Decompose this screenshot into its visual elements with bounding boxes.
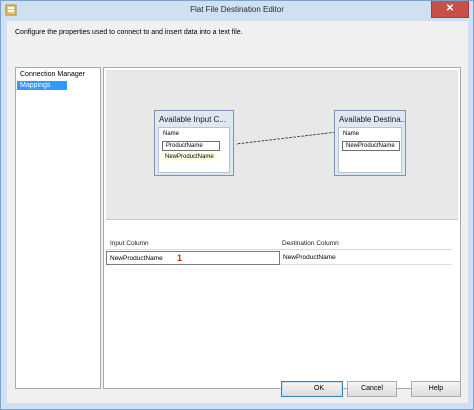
input-columns-table[interactable]: Available Input C... Name ProductName Ne… (154, 110, 234, 176)
title-bar: Flat File Destination Editor ✕ (1, 1, 473, 21)
client-area: Configure the properties used to connect… (7, 21, 468, 403)
input-column-newproductname[interactable]: NewProductName (162, 153, 217, 161)
page-item-connection-manager[interactable]: Connection Manager (17, 70, 99, 79)
input-table-title: Available Input C... (159, 115, 227, 124)
ok-button-label: OK (313, 385, 325, 392)
mappings-panel: Available Input C... Name ProductName Ne… (103, 67, 461, 389)
input-columns-list: Name ProductName NewProductName (158, 127, 230, 173)
destination-column-header: Destination Column (282, 240, 339, 247)
table-row: NewProductName 1 NewProductName (106, 251, 452, 265)
input-column-header: Input Column (110, 240, 149, 247)
input-name-header: Name (163, 131, 180, 137)
ok-button[interactable]: OK (281, 381, 343, 397)
dest-column-newproductname[interactable]: NewProductName (342, 141, 400, 151)
dest-name-header: Name (343, 131, 360, 137)
close-button[interactable]: ✕ (431, 1, 469, 18)
annotation-marker-1: 1 (177, 253, 183, 263)
window-title: Flat File Destination Editor (190, 5, 284, 14)
grid-header: Input Column Destination Column (106, 238, 452, 250)
destination-column-cell[interactable]: NewProductName (280, 251, 452, 265)
mapping-diagram: Available Input C... Name ProductName Ne… (106, 70, 458, 220)
dest-table-title: Available Destina... (339, 115, 405, 124)
destination-columns-table[interactable]: Available Destina... Name NewProductName (334, 110, 406, 176)
dialog-window: Flat File Destination Editor ✕ Configure… (0, 0, 474, 410)
input-column-cell[interactable]: NewProductName 1 (106, 251, 280, 265)
cancel-button[interactable]: Cancel (347, 381, 397, 397)
input-column-productname[interactable]: ProductName (162, 141, 220, 151)
page-list: Connection Manager Mappings (15, 67, 101, 389)
input-column-value: NewProductName (110, 255, 163, 262)
destination-columns-list: Name NewProductName (338, 127, 402, 173)
page-item-mappings[interactable]: Mappings (17, 81, 67, 90)
help-button[interactable]: Help (411, 381, 461, 397)
description-text: Configure the properties used to connect… (15, 29, 243, 36)
